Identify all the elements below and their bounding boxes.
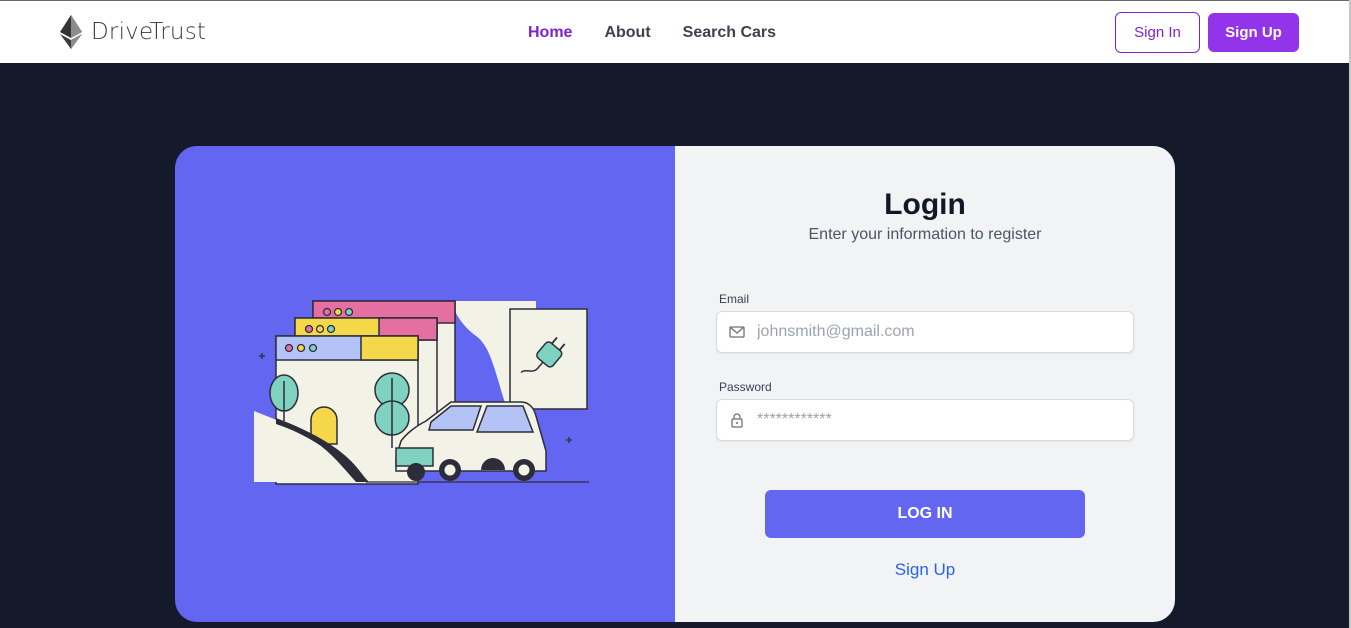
brand-name: DriveTrust xyxy=(91,19,207,45)
login-title: Login xyxy=(884,188,966,221)
email-input[interactable] xyxy=(757,312,1127,352)
nav-links: Home About Search Cars xyxy=(512,21,792,45)
login-button[interactable]: LOG IN xyxy=(765,490,1085,538)
password-field[interactable] xyxy=(716,399,1134,441)
login-card: Login Enter your information to register… xyxy=(175,146,1175,622)
signup-link[interactable]: Sign Up xyxy=(675,560,1175,580)
illustration-panel xyxy=(175,146,675,622)
ethereum-icon xyxy=(60,15,82,49)
password-label: Password xyxy=(719,380,772,394)
mail-icon xyxy=(729,326,745,338)
nav-link-about[interactable]: About xyxy=(604,21,650,45)
email-field[interactable] xyxy=(716,311,1134,353)
login-subtitle: Enter your information to register xyxy=(808,226,1042,243)
password-input[interactable] xyxy=(757,400,1127,440)
login-form-panel: Login Enter your information to register… xyxy=(675,146,1175,622)
ev-charging-illustration xyxy=(254,300,589,485)
nav-link-home[interactable]: Home xyxy=(528,21,572,45)
sign-in-button[interactable]: Sign In xyxy=(1115,12,1200,53)
nav-link-search-cars[interactable]: Search Cars xyxy=(683,21,776,45)
sign-up-button[interactable]: Sign Up xyxy=(1208,13,1299,52)
brand-logo[interactable]: DriveTrust xyxy=(60,15,206,49)
top-navbar: DriveTrust Home About Search Cars Sign I… xyxy=(0,0,1351,63)
email-label: Email xyxy=(719,292,750,306)
lock-icon xyxy=(731,413,743,428)
